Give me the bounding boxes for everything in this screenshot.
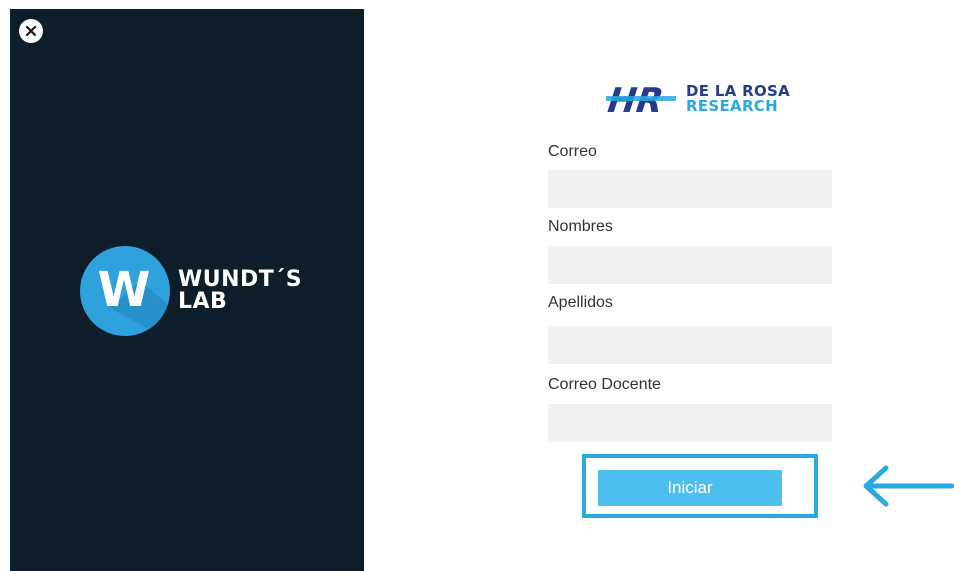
left-panel: W WUNDT´S LAB xyxy=(10,9,364,571)
close-icon xyxy=(25,25,37,37)
last-names-field-label: Apellidos xyxy=(548,294,613,311)
first-names-field-label: Nombres xyxy=(548,218,613,235)
wundts-lab-wordmark: WUNDT´S LAB xyxy=(178,269,302,313)
start-button[interactable]: Iniciar xyxy=(598,470,782,506)
wundts-lab-logo-mark: W xyxy=(80,246,170,336)
wundts-lab-line2: LAB xyxy=(178,289,228,314)
last-names-field[interactable] xyxy=(548,326,832,364)
email-field[interactable] xyxy=(548,170,832,208)
registration-form: Correo Nombres Apellidos Correo Docente xyxy=(548,140,832,442)
de-la-rosa-research-logo: HR DE LA ROSA RESEARCH xyxy=(596,82,790,116)
w-letter-icon: W xyxy=(98,262,170,336)
teacher-email-field-label: Correo Docente xyxy=(548,376,661,393)
close-button[interactable] xyxy=(19,19,43,43)
logo-letter: W xyxy=(98,262,151,318)
email-field-label: Correo xyxy=(548,143,597,160)
first-names-field[interactable] xyxy=(548,246,832,284)
arrow-left-icon xyxy=(863,465,954,507)
brand-wordmark: DE LA ROSA RESEARCH xyxy=(686,84,790,114)
brand-line2: RESEARCH xyxy=(686,97,778,115)
teacher-email-field[interactable] xyxy=(548,404,832,442)
wundts-lab-line1: WUNDT´S xyxy=(178,267,303,292)
hr-monogram-icon: HR xyxy=(601,82,676,116)
wundts-lab-logo: W WUNDT´S LAB xyxy=(80,246,302,336)
page: W WUNDT´S LAB HR DE LA ROSA RESEARCH Cor… xyxy=(0,0,954,571)
